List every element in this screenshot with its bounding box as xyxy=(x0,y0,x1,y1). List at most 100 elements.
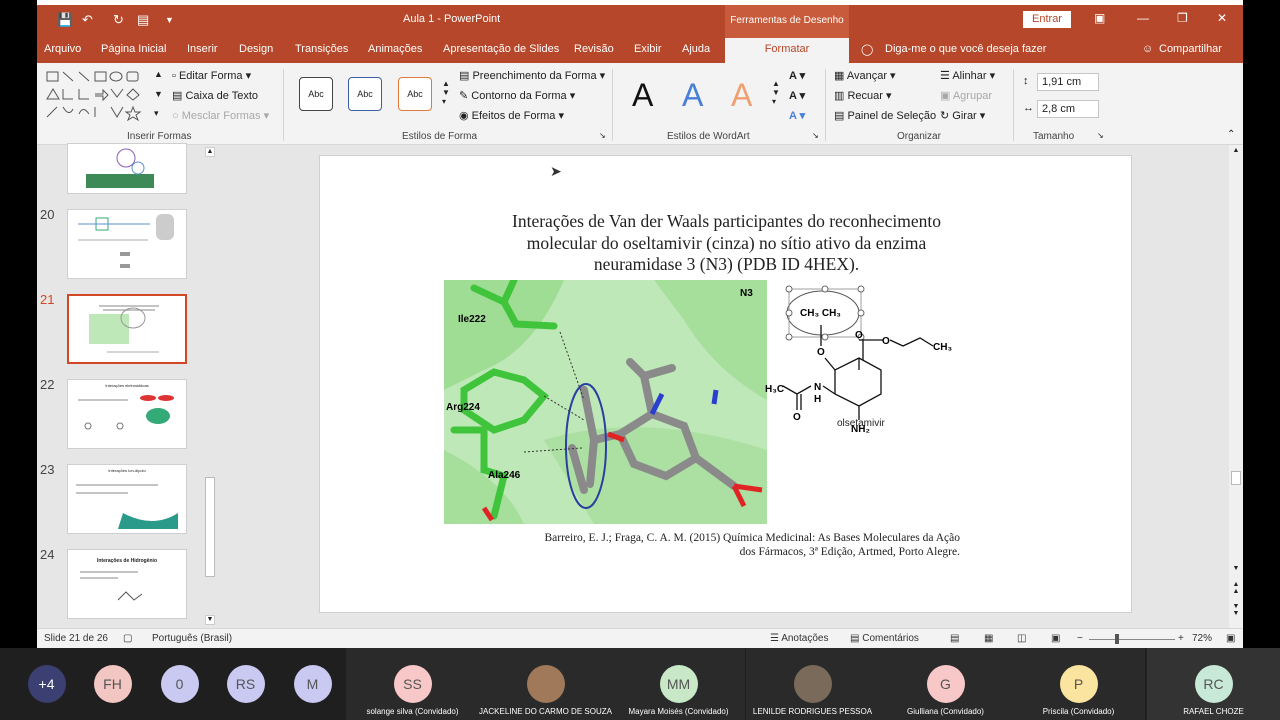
slide-reference[interactable]: Barreiro, E. J.; Fraga, C. A. M. (2015) … xyxy=(320,531,960,559)
close-button[interactable]: ✕ xyxy=(1217,11,1227,25)
merge-shapes-button[interactable]: ○ Mesclar Formas ▾ xyxy=(172,109,269,122)
participant-tile[interactable]: MM Mayara Moisés (Convidado) xyxy=(612,648,745,720)
zoom-slider[interactable] xyxy=(1089,639,1175,640)
shape-fill-button[interactable]: ▤ Preenchimento da Forma ▾ xyxy=(459,69,605,82)
shape-outline-button[interactable]: ✎ Contorno da Forma ▾ xyxy=(459,89,575,102)
language-status[interactable]: Português (Brasil) xyxy=(152,633,232,644)
ribbon-display-options-icon[interactable]: ▣ xyxy=(1094,11,1105,25)
shape-effects-button[interactable]: ◉ Efeitos de Forma ▾ xyxy=(459,109,564,122)
slide-thumbnail-24[interactable]: Interações de Hidrogênio xyxy=(67,549,187,619)
start-presentation-icon[interactable]: ▤ xyxy=(137,12,149,28)
tab-formatar[interactable]: Formatar xyxy=(725,38,849,63)
slide-thumbnail-21[interactable] xyxy=(67,294,187,364)
text-fill-icon[interactable]: A ▾ xyxy=(789,69,805,82)
participant-tile[interactable]: LENILDE RODRIGUES PESSOA xyxy=(746,648,879,720)
restore-button[interactable]: ❐ xyxy=(1177,11,1188,25)
size-launcher-icon[interactable]: ↘ xyxy=(1097,131,1104,140)
wordart-black[interactable]: A xyxy=(632,77,653,114)
redo-icon[interactable]: ↻ xyxy=(113,12,124,28)
styles-scroll-icon[interactable]: ▲ ▼ ▾ xyxy=(442,79,450,106)
tab-apresentacao[interactable]: Apresentação de Slides xyxy=(443,43,559,55)
shape-style-3[interactable]: Abc xyxy=(398,77,432,111)
wordart-scroll-icon[interactable]: ▲ ▼ ▾ xyxy=(772,79,780,106)
shape-width-input[interactable]: 2,8 cm xyxy=(1037,100,1099,118)
tab-design[interactable]: Design xyxy=(239,43,273,55)
normal-view-icon[interactable]: ▤ xyxy=(950,633,959,644)
bring-forward-button[interactable]: ▦ Avançar ▾ xyxy=(834,69,896,82)
tab-inserir[interactable]: Inserir xyxy=(187,43,218,55)
participant-tile[interactable]: G Giulliana (Convidado) xyxy=(879,648,1012,720)
save-icon[interactable]: 💾 xyxy=(57,12,73,28)
tab-transicoes[interactable]: Transições xyxy=(295,43,348,55)
scroll-up-icon[interactable]: ▲ xyxy=(205,147,215,157)
shape-style-2[interactable]: Abc xyxy=(348,77,382,111)
text-box-button[interactable]: ▤ Caixa de Texto xyxy=(172,89,258,102)
comments-button[interactable]: ▤ Comentários xyxy=(850,633,919,644)
minimize-button[interactable]: — xyxy=(1137,11,1149,25)
sign-in-button[interactable]: Entrar xyxy=(1023,11,1071,28)
customize-qat-icon[interactable]: ▼ xyxy=(165,15,174,25)
participant-tile[interactable]: RC RAFAEL CHOZE xyxy=(1147,648,1280,720)
slide-thumbnail-20[interactable] xyxy=(67,209,187,279)
scroll-down-icon[interactable]: ▼ xyxy=(205,615,215,625)
participant-tile[interactable]: P Priscila (Convidado) xyxy=(1012,648,1145,720)
current-slide[interactable]: Interações de Van der Waals participante… xyxy=(319,155,1132,613)
molecular-docking-image[interactable]: N3 Ile222 Arg224 Ala246 xyxy=(444,280,767,524)
slide-thumbnail-19[interactable] xyxy=(67,143,187,194)
share-button[interactable]: Compartilhar xyxy=(1159,43,1222,55)
tab-pagina-inicial[interactable]: Página Inicial xyxy=(101,43,166,55)
wordart-orange[interactable]: A xyxy=(731,77,752,114)
zoom-out-icon[interactable]: − xyxy=(1077,633,1083,644)
slideshow-icon[interactable]: ▣ xyxy=(1051,633,1060,644)
spellcheck-icon[interactable]: ▢ xyxy=(123,633,132,644)
wordart-launcher-icon[interactable]: ↘ xyxy=(812,131,819,140)
tell-me-search[interactable]: Diga-me o que você deseja fazer xyxy=(885,43,1046,55)
send-backward-button[interactable]: ▥ Recuar ▾ xyxy=(834,89,892,102)
tab-exibir[interactable]: Exibir xyxy=(634,43,662,55)
scroll-up-icon[interactable]: ▲ xyxy=(1231,147,1241,157)
tab-arquivo[interactable]: Arquivo xyxy=(44,43,81,55)
zoom-in-icon[interactable]: + xyxy=(1178,633,1184,644)
zoom-slider-thumb[interactable] xyxy=(1115,634,1119,644)
gallery-down-icon[interactable]: ▼ xyxy=(154,89,163,99)
edit-shape-button[interactable]: ▫ Editar Forma ▾ xyxy=(172,69,251,82)
next-slide-icon[interactable]: ▼ ▼ xyxy=(1231,603,1241,623)
rotate-button[interactable]: ↻ Girar ▾ xyxy=(940,109,985,122)
label-n3: N3 xyxy=(740,288,753,299)
shape-style-1[interactable]: Abc xyxy=(299,77,333,111)
previous-slide-icon[interactable]: ▲ ▲ xyxy=(1231,581,1241,601)
zoom-level[interactable]: 72% xyxy=(1192,633,1212,644)
text-outline-icon[interactable]: A ▾ xyxy=(789,89,805,102)
participant-tile[interactable]: SS solange silva (Convidado) xyxy=(346,648,479,720)
collapse-ribbon-icon[interactable]: ⌃ xyxy=(1227,129,1235,140)
slide-scrollbar[interactable]: ▲ ▼ ▲ ▲ ▼ ▼ xyxy=(1229,145,1243,628)
notes-button[interactable]: ☰ Anotações xyxy=(770,633,828,644)
selection-pane-button[interactable]: ▤ Painel de Seleção xyxy=(834,109,936,122)
tab-revisao[interactable]: Revisão xyxy=(574,43,614,55)
group-button[interactable]: ▣ Agrupar xyxy=(940,89,992,102)
reading-view-icon[interactable]: ◫ xyxy=(1017,633,1026,644)
shape-height-input[interactable]: 1,91 cm xyxy=(1037,73,1099,91)
slide-thumbnail-23[interactable]: Interações Ion-dipolo xyxy=(67,464,187,534)
slide-title[interactable]: Interações de Van der Waals participante… xyxy=(320,211,1133,276)
shape-styles-launcher-icon[interactable]: ↘ xyxy=(599,131,606,140)
undo-icon[interactable]: ↶ xyxy=(82,12,93,28)
oseltamivir-structure[interactable]: CH₃ CH₃ O O O CH₃ H₃C O N H NH₂ olsetami… xyxy=(765,280,965,440)
scroll-down-icon[interactable]: ▼ xyxy=(1231,565,1241,575)
thumbnails-scrollbar[interactable]: ▲ ▼ xyxy=(203,145,217,628)
avatar: P xyxy=(1059,665,1098,703)
scroll-thumb[interactable] xyxy=(205,477,215,577)
align-button[interactable]: ☰ Alinhar ▾ xyxy=(940,69,995,82)
wordart-blue[interactable]: A xyxy=(682,77,703,114)
text-effects-icon[interactable]: A ▾ xyxy=(789,109,805,122)
gallery-more-icon[interactable]: ▾ xyxy=(154,108,159,119)
fit-slide-icon[interactable]: ▣ xyxy=(1226,633,1235,644)
slide-sorter-icon[interactable]: ▦ xyxy=(984,633,993,644)
gallery-up-icon[interactable]: ▲ xyxy=(154,69,163,79)
slide-thumbnail-22[interactable]: Interações eletrostáticas xyxy=(67,379,187,449)
scroll-thumb[interactable] xyxy=(1231,471,1241,485)
tab-ajuda[interactable]: Ajuda xyxy=(682,43,710,55)
shapes-gallery[interactable] xyxy=(45,69,163,121)
participant-tile[interactable]: JACKELINE DO CARMO DE SOUZA xyxy=(479,648,612,720)
tab-animacoes[interactable]: Animações xyxy=(368,43,422,55)
